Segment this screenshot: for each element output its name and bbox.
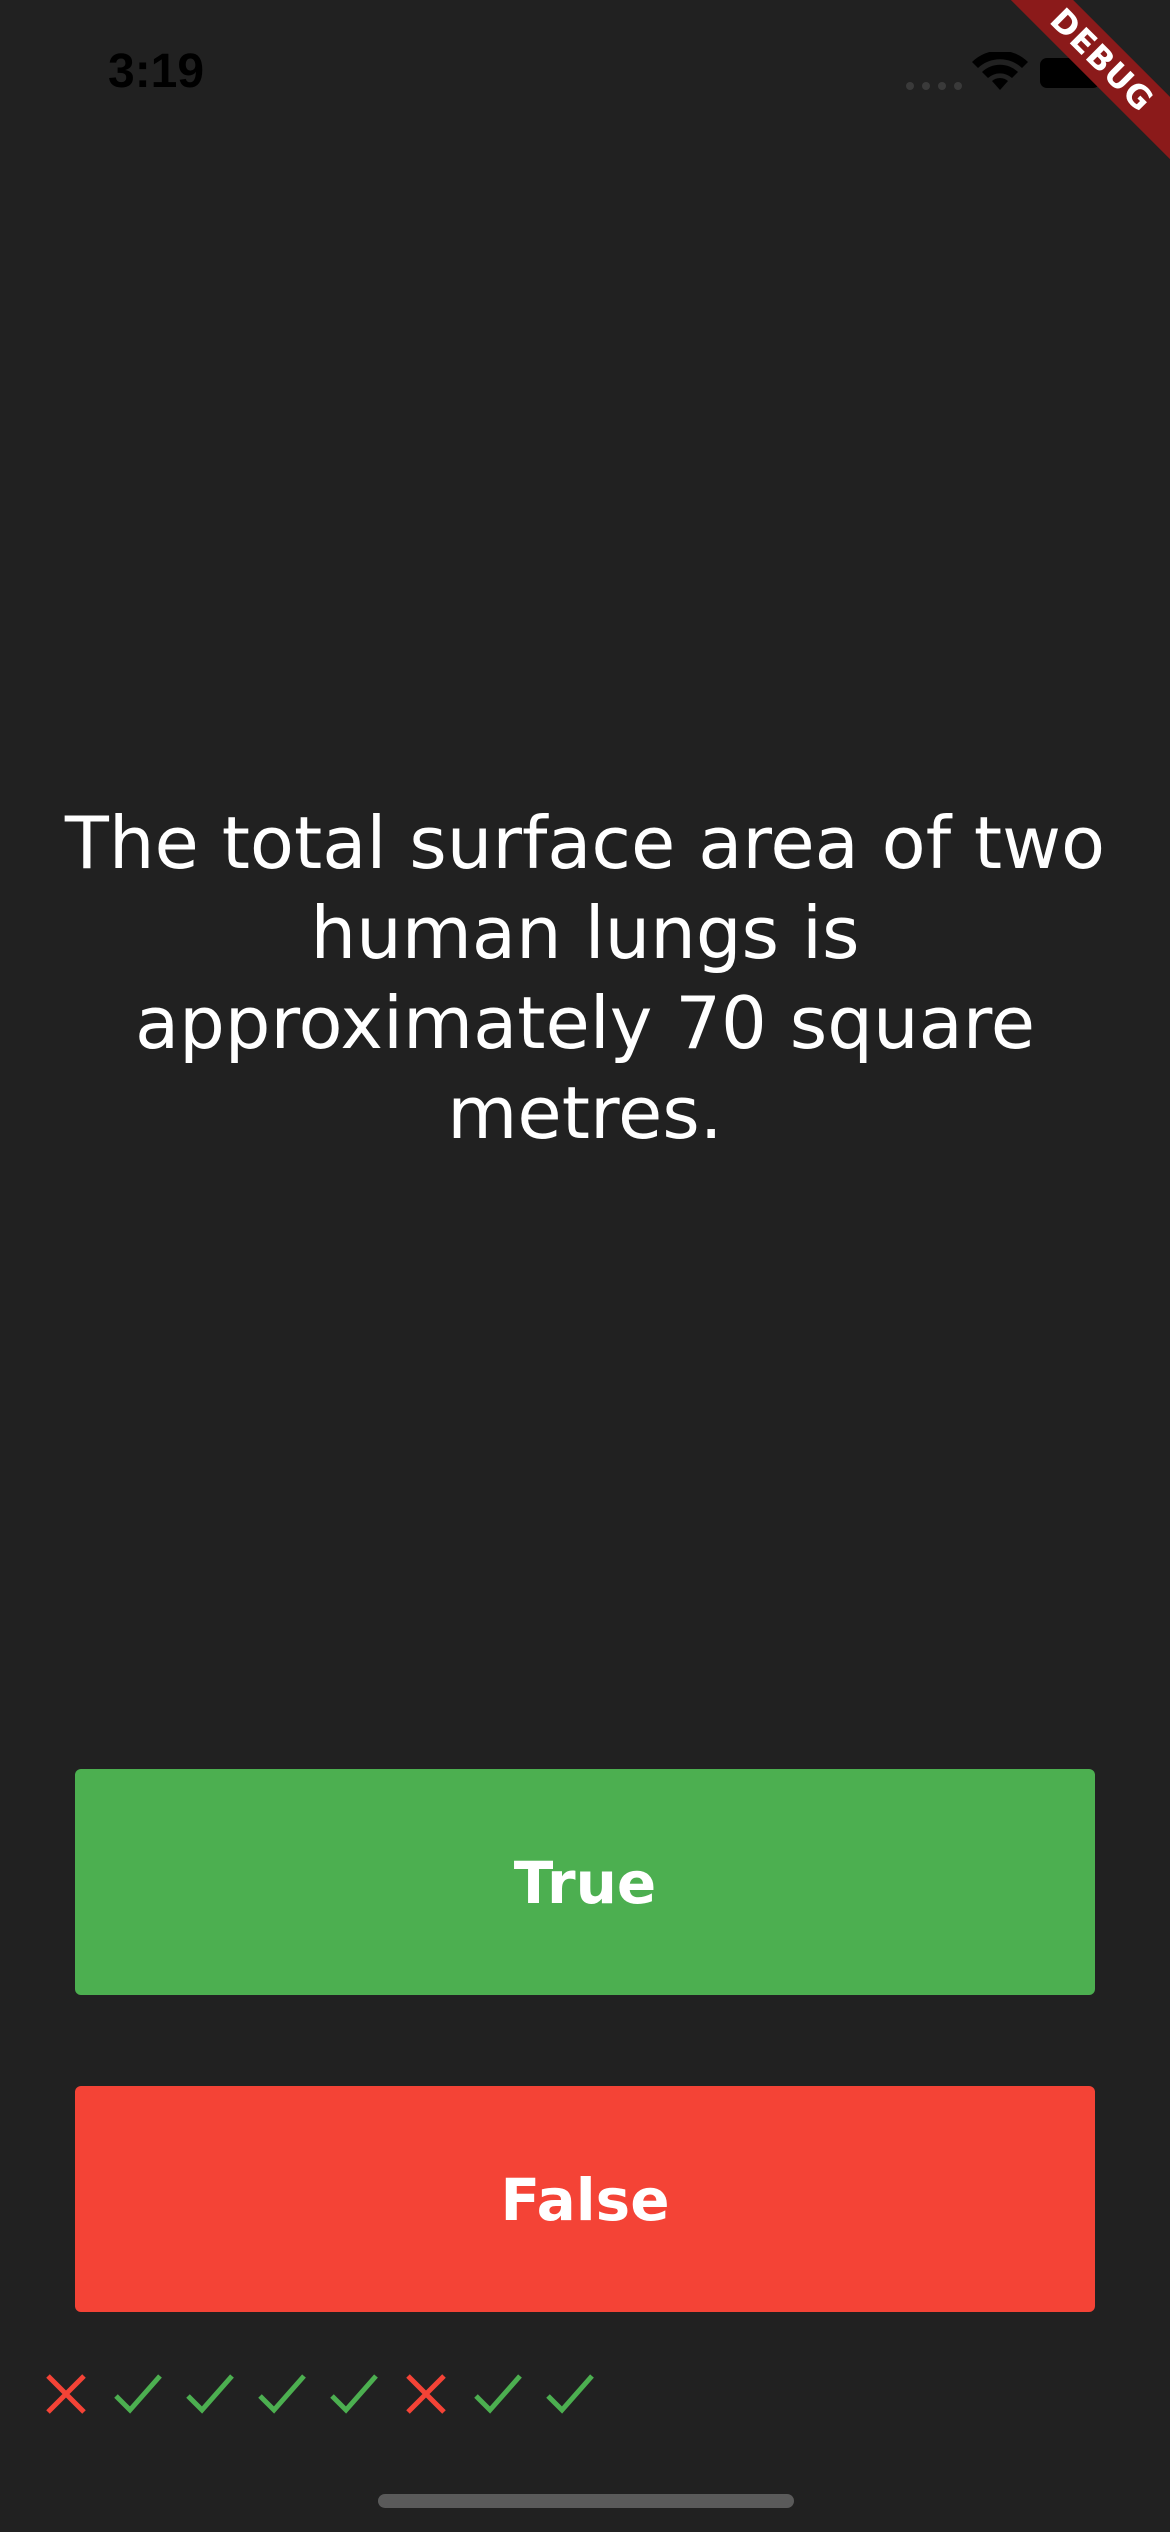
- status-time: 3:19: [108, 45, 205, 98]
- debug-label: DEBUG: [994, 0, 1170, 168]
- check-icon: [258, 2374, 306, 2414]
- home-indicator[interactable]: [378, 2494, 794, 2508]
- debug-banner: DEBUG: [970, 0, 1170, 200]
- score-keeper: [40, 2368, 616, 2420]
- close-icon: [406, 2374, 446, 2414]
- signal-icon: [906, 82, 962, 90]
- check-icon: [330, 2374, 378, 2414]
- question-text: The total surface area of two human lung…: [64, 801, 1106, 1155]
- check-icon: [474, 2374, 522, 2414]
- check-icon: [114, 2374, 162, 2414]
- check-icon: [546, 2374, 594, 2414]
- check-icon: [186, 2374, 234, 2414]
- true-button[interactable]: True: [75, 1769, 1095, 1995]
- false-button[interactable]: False: [75, 2086, 1095, 2312]
- close-icon: [46, 2374, 86, 2414]
